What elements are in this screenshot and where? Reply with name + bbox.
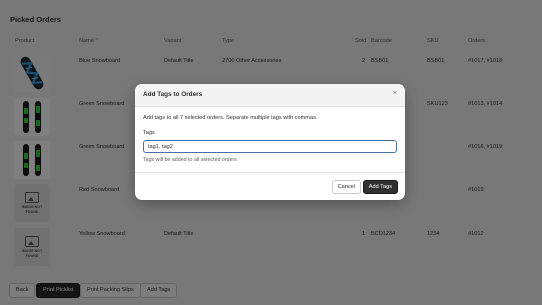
tags-input[interactable]: [143, 140, 397, 153]
close-icon[interactable]: ×: [393, 90, 397, 98]
cancel-button[interactable]: Cancel: [331, 180, 361, 194]
modal-title: Add Tags to Orders: [143, 91, 203, 98]
modal-footer: Cancel Add Tags: [135, 172, 405, 200]
submit-add-tags-button[interactable]: Add Tags: [362, 180, 398, 194]
tags-label: Tags: [143, 130, 155, 136]
modal-header: Add Tags to Orders ×: [135, 84, 405, 107]
tags-help-text: Tags will be added to all selected order…: [143, 157, 237, 163]
add-tags-modal: Add Tags to Orders × Add tags to all 7 s…: [135, 84, 405, 200]
modal-description: Add tags to all 7 selected orders. Separ…: [143, 115, 318, 121]
